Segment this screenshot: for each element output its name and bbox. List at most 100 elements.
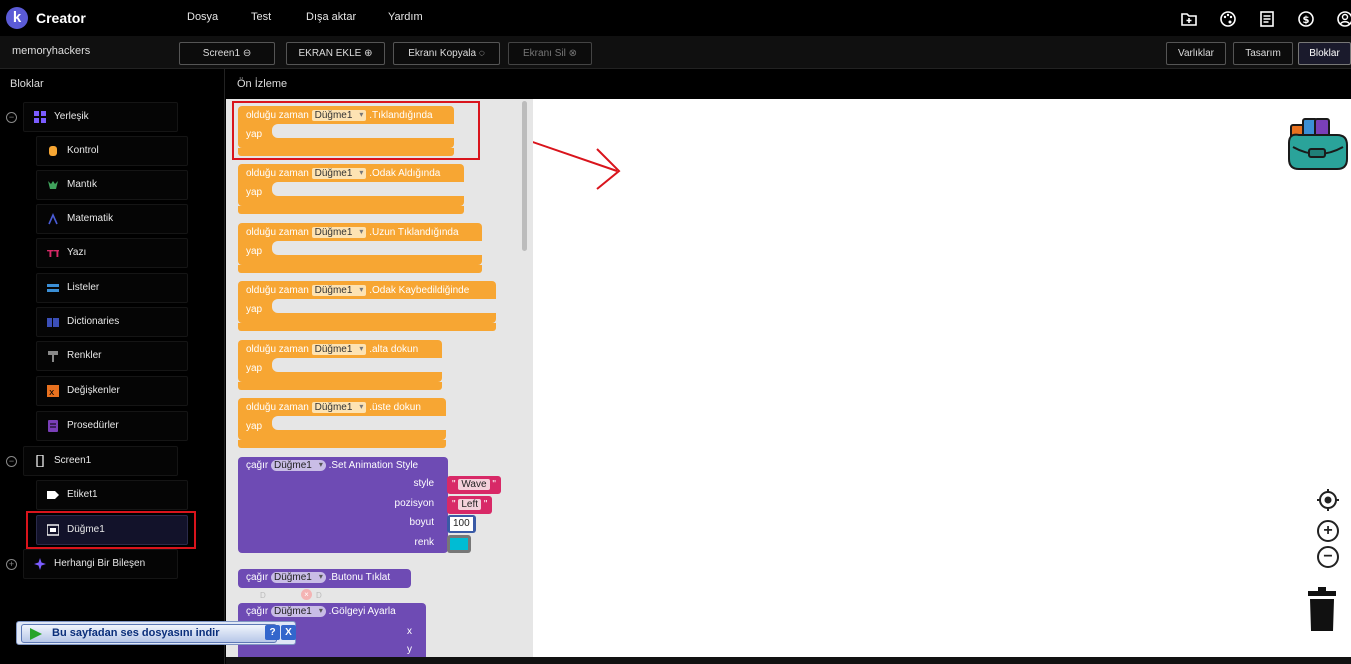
trash-icon[interactable] [1306,587,1338,633]
component-dropdown[interactable]: Düğme1 [311,168,367,179]
param-size-label: boyut [409,517,434,528]
color-block-cyan[interactable] [447,535,471,553]
do-label: yap [246,187,263,198]
event-block-touch-up[interactable]: olduğu zaman Düğme1 .üste dokun yap [238,398,446,448]
recenter-icon[interactable] [1316,488,1340,512]
variable-icon: x [47,385,59,397]
blocks-workspace[interactable]: + − [533,99,1351,657]
sidebar-item-text[interactable]: TT Yazı [36,238,188,268]
screen-select-label: Screen1 [202,48,241,59]
do-label: yap [246,246,263,257]
number-block-100[interactable]: 100 [447,515,476,533]
when-label: olduğu zaman [246,227,309,238]
text-block-wave[interactable]: " Wave " [447,476,501,494]
assets-button[interactable]: Varlıklar [1166,42,1226,65]
click-event-highlight-box [232,101,480,160]
copy-screen-button[interactable]: Ekranı Kopyala ◌ [393,42,500,65]
text-block-left[interactable]: " Left " [447,496,493,514]
sidebar-item-math[interactable]: Matematik [36,204,188,234]
account-icon[interactable] [1336,10,1351,28]
sidebar-item-label: Dictionaries [67,316,120,327]
copy-screen-label: Ekranı Kopyala [408,48,477,59]
menu-export[interactable]: Dışa aktar [306,11,356,23]
palette-icon[interactable] [1219,10,1237,28]
sidebar-item-lists[interactable]: Listeler [36,273,188,303]
sidebar-item-variables[interactable]: x Değişkenler [36,376,188,406]
component-dropdown[interactable]: Düğme1 [271,572,326,583]
component-dropdown[interactable]: Düğme1 [271,460,326,471]
logic-icon [48,181,58,189]
component-dropdown[interactable]: Düğme1 [271,606,326,617]
tree-builtin[interactable]: Yerleşik [23,102,178,132]
tree-screen1[interactable]: Screen1 [23,446,178,476]
number-value[interactable]: 100 [450,517,473,531]
method-name: .Set Animation Style [328,460,419,471]
add-screen-button[interactable]: EKRAN EKLE ⊕ [286,42,385,65]
component-dropdown[interactable]: Düğme1 [311,344,367,355]
statement-slot [272,416,446,430]
param-color-label: renk [414,537,434,548]
sidebar-item-label: Prosedürler [67,420,119,431]
backpack-icon[interactable] [1285,107,1351,173]
event-block-got-focus[interactable]: olduğu zaman Düğme1 .Odak Aldığında yap [238,164,464,214]
folder-add-icon[interactable] [1180,10,1198,28]
param-position-label: pozisyon [394,498,434,509]
call-label: çağır [246,606,269,617]
book-icon [47,318,59,327]
sidebar-item-procedures[interactable]: Prosedürler [36,411,188,441]
project-name: memoryhackers [12,45,91,57]
sidebar-item-dictionaries[interactable]: Dictionaries [36,307,188,337]
text-value-wave[interactable]: Wave [458,479,490,490]
download-audio-button[interactable]: Bu sayfadan ses dosyasını indir [21,624,277,643]
sidebar-item-control[interactable]: Kontrol [36,136,188,166]
collapse-screen-icon[interactable]: − [6,456,17,467]
event-block-long-click[interactable]: olduğu zaman Düğme1 .Uzun Tıklandığında … [238,223,482,273]
menu-help[interactable]: Yardım [388,11,423,23]
flyout-scrollbar[interactable] [522,101,527,251]
zoom-in-icon[interactable]: + [1317,520,1339,542]
tree-any-component[interactable]: Herhangi Bir Bileşen [23,549,178,579]
menu-file[interactable]: Dosya [187,11,218,23]
event-block-lost-focus[interactable]: olduğu zaman Düğme1 .Odak Kaybedildiğind… [238,281,496,331]
designer-button[interactable]: Tasarım [1233,42,1293,65]
menu-test[interactable]: Test [251,11,271,23]
tree-any-component-label: Herhangi Bir Bileşen [54,558,146,569]
sidebar-item-label: Kontrol [67,145,99,156]
tree-label1[interactable]: Etiket1 [36,480,188,510]
component-dropdown[interactable]: Düğme1 [311,285,367,296]
event-name: .üste dokun [369,402,421,413]
call-label: çağır [246,460,269,471]
component-dropdown[interactable]: Düğme1 [311,402,367,413]
text-value-left[interactable]: Left [458,499,482,510]
text-quote-close: " [492,479,496,490]
do-label: yap [246,363,263,374]
sidebar-item-colors[interactable]: Renkler [36,341,188,371]
screen-select[interactable]: Screen1 ⊖ [179,42,275,65]
call-click-button-block[interactable]: çağır Düğme1 .Butonu Tıklat [238,569,411,588]
audio-download-bar: Bu sayfadan ses dosyasını indir ? X [16,621,296,645]
dollar-icon[interactable]: $ [1297,10,1315,28]
component-dropdown[interactable]: Düğme1 [311,227,367,238]
block-bottom [238,382,442,390]
expand-any-component-icon[interactable]: + [6,559,17,570]
help-button[interactable]: ? [265,625,280,640]
close-button[interactable]: X [281,625,296,640]
faded-block-label: D [316,591,322,600]
event-name: .Odak Kaybedildiğinde [369,285,470,296]
top-bar: k Creator Dosya Test Dışa aktar Yardım $ [0,0,1351,36]
project-toolbar: memoryhackers Screen1 ⊖ EKRAN EKLE ⊕ Ekr… [0,36,1351,69]
app-logo[interactable]: k [6,7,28,29]
event-block-touch-down[interactable]: olduğu zaman Düğme1 .alta dokun yap [238,340,442,390]
sidebar-item-logic[interactable]: Mantık [36,170,188,200]
news-icon[interactable] [1258,10,1276,28]
sidebar-item-label: Değişkenler [67,385,120,396]
call-set-animation-style-block[interactable]: çağır Düğme1 .Set Animation Style style … [238,457,448,553]
collapse-builtin-icon[interactable]: − [6,112,17,123]
sidebar-item-label: Renkler [67,350,102,361]
tree-item-label: Etiket1 [67,489,98,500]
text-quote-close: " [483,499,488,510]
chevron-down-icon: ⊖ [242,48,252,59]
blocks-button[interactable]: Bloklar [1298,42,1351,65]
zoom-out-icon[interactable]: − [1317,546,1339,568]
delete-screen-button[interactable]: Ekranı Sil ⊗ [508,42,592,65]
